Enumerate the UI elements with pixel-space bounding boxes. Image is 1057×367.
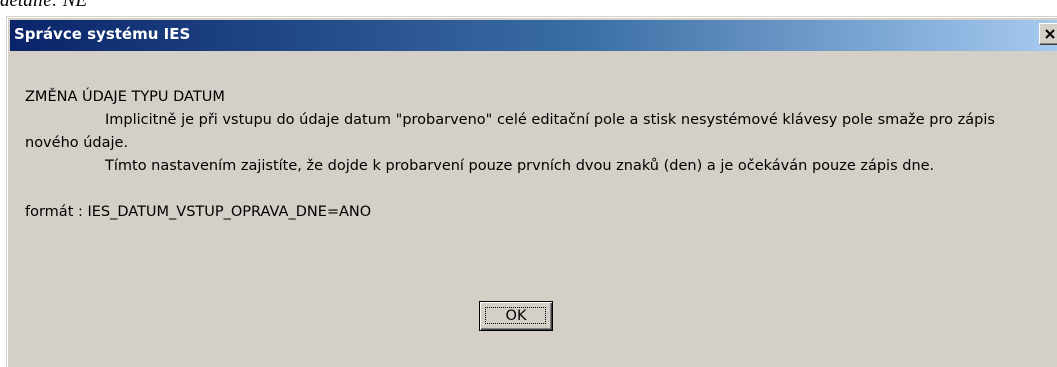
message-paragraph-2: Tímto nastavením zajistíte, že dojde k p… xyxy=(25,155,1045,178)
message-paragraph-1-text: Implicitně je při vstupu do údaje datum … xyxy=(25,112,995,151)
dialog-title: Správce systému IES xyxy=(14,25,191,43)
message-dialog: Správce systému IES ZMĚNA ÚDAJE TYPU DAT… xyxy=(6,16,1057,367)
ok-button-label: OK xyxy=(505,308,527,324)
message-paragraph-2-text: Tímto nastavením zajistíte, že dojde k p… xyxy=(105,158,935,174)
ok-button[interactable]: OK xyxy=(479,301,553,331)
message-paragraph-1: Implicitně je při vstupu do údaje datum … xyxy=(25,109,1045,155)
message-heading: ZMĚNA ÚDAJE TYPU DATUM xyxy=(25,89,225,105)
dialog-message: ZMĚNA ÚDAJE TYPU DATUM Implicitně je při… xyxy=(25,86,1045,224)
title-bar[interactable]: Správce systému IES xyxy=(10,20,1057,51)
message-format-line: formát : IES_DATUM_VSTUP_OPRAVA_DNE=ANO xyxy=(25,204,372,220)
background-document-text: detaile: NE xyxy=(0,0,88,11)
close-button[interactable] xyxy=(1039,23,1057,45)
close-icon xyxy=(1045,29,1055,39)
